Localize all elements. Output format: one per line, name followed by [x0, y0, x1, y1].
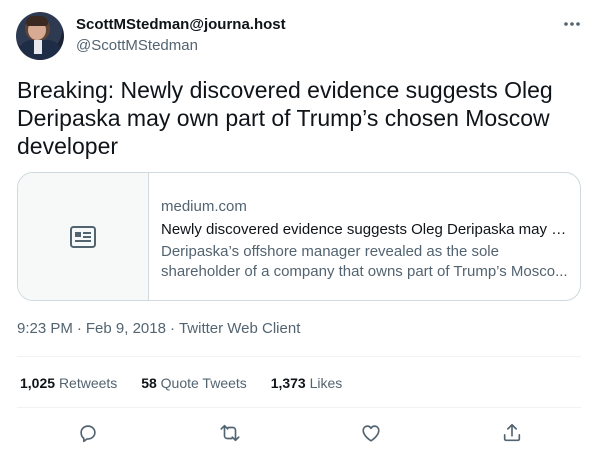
tweet-date[interactable]: Feb 9, 2018 — [86, 320, 166, 337]
avatar[interactable] — [16, 12, 64, 60]
card-description: Deripaska’s offshore manager revealed as… — [161, 243, 568, 280]
likes-stat[interactable]: 1,373 Likes — [271, 374, 343, 392]
card-title: Newly discovered evidence suggests Oleg … — [161, 221, 567, 238]
quotes-label: Quote Tweets — [160, 375, 247, 391]
tweet-meta: 9:23 PM · Feb 9, 2018 · Twitter Web Client — [17, 320, 300, 338]
likes-label: Likes — [309, 375, 343, 391]
card-domain: medium.com — [161, 198, 247, 215]
card-body: medium.com Newly discovered evidence sug… — [161, 198, 571, 282]
author-handle[interactable]: @ScottMStedman — [76, 36, 198, 56]
divider — [17, 407, 581, 408]
quotes-stat[interactable]: 58 Quote Tweets — [141, 374, 247, 392]
meta-separator: · — [76, 320, 82, 337]
reply-icon[interactable] — [75, 420, 101, 446]
divider — [17, 356, 581, 357]
tweet-client[interactable]: Twitter Web Client — [179, 320, 300, 337]
share-icon[interactable] — [499, 420, 525, 446]
like-icon[interactable] — [358, 420, 384, 446]
tweet-stats: 1,025 Retweets 58 Quote Tweets 1,373 Lik… — [20, 374, 362, 392]
likes-count: 1,373 — [270, 375, 306, 391]
more-horizontal-icon[interactable] — [560, 14, 584, 34]
meta-separator: · — [169, 320, 175, 337]
article-icon — [69, 225, 97, 249]
retweets-count: 1,025 — [20, 375, 56, 391]
retweets-label: Retweets — [58, 375, 118, 391]
card-thumbnail — [18, 173, 149, 300]
retweet-icon[interactable] — [217, 420, 243, 446]
author-display-name[interactable]: ScottMStedman@journa.host — [76, 15, 286, 35]
link-card[interactable]: medium.com Newly discovered evidence sug… — [17, 172, 581, 301]
tweet-time[interactable]: 9:23 PM — [17, 320, 73, 337]
retweets-stat[interactable]: 1,025 Retweets — [20, 374, 117, 392]
tweet-text: Breaking: Newly discovered evidence sugg… — [17, 77, 553, 159]
quotes-count: 58 — [141, 375, 157, 391]
tweet: ScottMStedman@journa.host @ScottMStedman… — [0, 0, 598, 457]
action-bar — [0, 420, 598, 446]
